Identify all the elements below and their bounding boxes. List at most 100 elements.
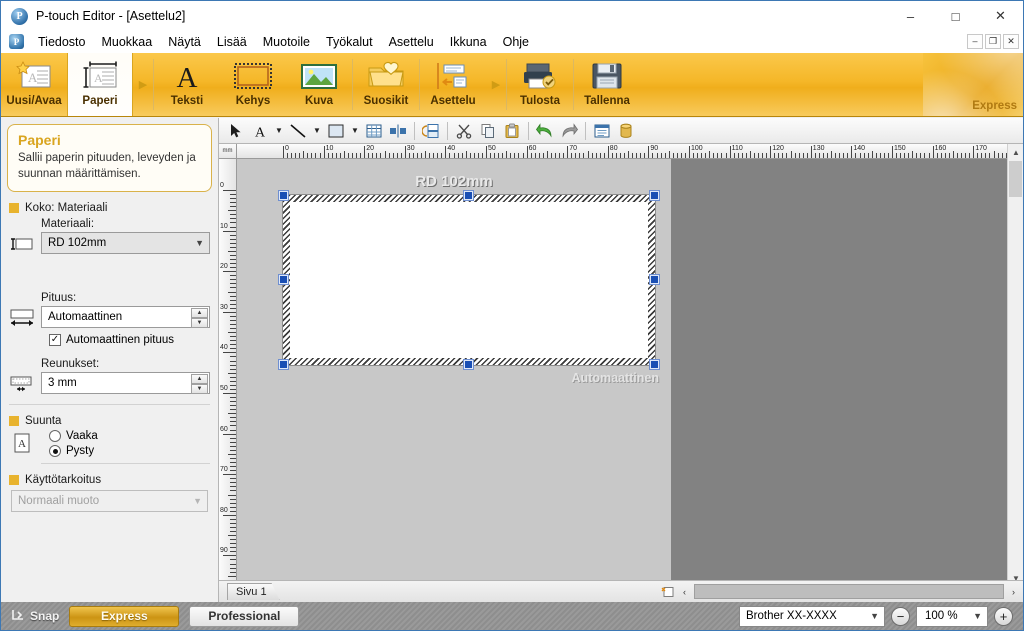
resize-handle-se[interactable] bbox=[650, 360, 659, 369]
mode-button-professional[interactable]: Professional bbox=[189, 605, 300, 627]
add-page-icon[interactable] bbox=[660, 584, 675, 599]
ribbon-button-paperi[interactable]: A Paperi bbox=[67, 53, 133, 116]
radio-vaaka[interactable] bbox=[49, 430, 61, 443]
status-bar-right: Brother XX-XXXX ▼ − 100 % ▼ + bbox=[739, 605, 1023, 627]
mdi-close-button[interactable]: ✕ bbox=[1003, 34, 1019, 49]
ribbon-overflow-arrow-1[interactable]: ▶ bbox=[133, 53, 153, 116]
mdi-restore-button[interactable]: ❐ bbox=[985, 34, 1001, 49]
length-spinner-up[interactable]: ▲ bbox=[191, 308, 208, 319]
orientation-option-vaaka[interactable]: Vaaka bbox=[49, 430, 218, 443]
ruler-tick bbox=[956, 153, 958, 158]
text-tool-icon[interactable]: A bbox=[249, 120, 271, 141]
zoom-select[interactable]: 100 % ▼ bbox=[916, 605, 988, 627]
cut-icon[interactable] bbox=[453, 120, 475, 141]
line-tool-icon[interactable] bbox=[287, 120, 309, 141]
page-tab-sivu-1[interactable]: Sivu 1 bbox=[227, 583, 280, 600]
maximize-button[interactable]: □ bbox=[933, 1, 978, 31]
resize-handle-nw[interactable] bbox=[279, 191, 288, 200]
select-arrow-icon[interactable] bbox=[225, 120, 247, 141]
menu-item-lisaa[interactable]: Lisää bbox=[209, 33, 255, 51]
zoom-in-icon[interactable]: + bbox=[994, 606, 1013, 626]
ruler-tick bbox=[230, 518, 236, 520]
ruler-tick bbox=[680, 153, 682, 158]
mdi-minimize-button[interactable]: – bbox=[967, 34, 983, 49]
undo-icon[interactable] bbox=[534, 120, 556, 141]
margins-spinner-down[interactable]: ▼ bbox=[191, 384, 208, 395]
align-tool-icon[interactable] bbox=[387, 120, 409, 141]
label-object[interactable] bbox=[279, 191, 659, 369]
auto-length-checkbox[interactable]: ✓ bbox=[49, 334, 61, 347]
label-canvas[interactable]: RD 102mm Automaattinen bbox=[237, 159, 1007, 586]
redo-icon[interactable] bbox=[558, 120, 580, 141]
length-input[interactable]: Automaattinen ▲ ▼ bbox=[41, 306, 210, 329]
radio-pysty[interactable] bbox=[49, 445, 61, 458]
menu-item-muotoile[interactable]: Muotoile bbox=[255, 33, 318, 51]
material-select[interactable]: RD 102mm ▼ bbox=[41, 232, 210, 255]
scroll-up-arrow-icon[interactable]: ▲ bbox=[1008, 144, 1023, 160]
margins-spinner-up[interactable]: ▲ bbox=[191, 374, 208, 385]
ribbon-button-uusi-avaa[interactable]: A Uusi/Avaa bbox=[1, 53, 67, 116]
resize-handle-w[interactable] bbox=[279, 275, 288, 284]
text-tool-chevron-down-icon[interactable]: ▼ bbox=[273, 120, 285, 141]
resize-handle-n[interactable] bbox=[464, 191, 473, 200]
ruler-tick bbox=[380, 153, 382, 158]
menu-item-ohje[interactable]: Ohje bbox=[495, 33, 537, 51]
ribbon-overflow-arrow-2[interactable]: ▶ bbox=[486, 53, 506, 116]
database-view-icon[interactable] bbox=[591, 120, 613, 141]
close-button[interactable]: ✕ bbox=[978, 1, 1023, 31]
resize-handle-s[interactable] bbox=[464, 360, 473, 369]
ribbon-button-kuva[interactable]: Kuva bbox=[286, 53, 352, 116]
purpose-select[interactable]: Normaali muoto ▼ bbox=[11, 490, 208, 513]
auto-length-checkbox-row[interactable]: ✓ Automaattinen pituus bbox=[49, 334, 218, 347]
resize-handle-sw[interactable] bbox=[279, 360, 288, 369]
minimize-button[interactable]: – bbox=[888, 1, 933, 31]
printer-select[interactable]: Brother XX-XXXX ▼ bbox=[739, 605, 885, 627]
ruler-tick bbox=[534, 153, 536, 158]
orientation-option-pysty[interactable]: Pysty bbox=[49, 445, 218, 458]
margins-spinner[interactable]: ▲ ▼ bbox=[191, 374, 208, 395]
ribbon-button-teksti[interactable]: A Teksti bbox=[154, 53, 220, 116]
ribbon-button-suosikit[interactable]: Suosikit bbox=[353, 53, 419, 116]
length-spinner[interactable]: ▲ ▼ bbox=[191, 308, 208, 329]
rectangle-tool-icon[interactable] bbox=[325, 120, 347, 141]
ribbon-button-asettelu[interactable]: Asettelu bbox=[420, 53, 486, 116]
ruler-tick bbox=[228, 332, 236, 334]
mode-button-express[interactable]: Express bbox=[69, 605, 180, 627]
database-icon[interactable] bbox=[615, 120, 637, 141]
menu-item-tiedosto[interactable]: Tiedosto bbox=[30, 33, 93, 51]
ribbon-button-tallenna[interactable]: Tallenna bbox=[574, 53, 640, 116]
paper-properties-panel: Paperi Sallii paperin pituuden, leveyden… bbox=[1, 118, 219, 602]
snap-mode-button[interactable]: Snap bbox=[11, 608, 59, 624]
copy-icon[interactable] bbox=[477, 120, 499, 141]
menu-item-muokkaa[interactable]: Muokkaa bbox=[93, 33, 160, 51]
vertical-scrollbar[interactable]: ▲ ▼ bbox=[1007, 144, 1023, 586]
line-tool-chevron-down-icon[interactable]: ▼ bbox=[311, 120, 323, 141]
menu-item-nayta[interactable]: Näytä bbox=[160, 33, 209, 51]
paste-icon[interactable] bbox=[501, 120, 523, 141]
menu-item-tyokalut[interactable]: Työkalut bbox=[318, 33, 381, 51]
rotate-tool-icon[interactable] bbox=[420, 120, 442, 141]
ruler-tick bbox=[741, 153, 743, 158]
length-label: Pituus: bbox=[41, 292, 77, 305]
page-strip-scrollbar[interactable] bbox=[694, 584, 1004, 599]
page-scroll-left-button[interactable]: ‹ bbox=[677, 584, 692, 599]
document-icon[interactable]: P bbox=[9, 34, 24, 49]
ruler-tick bbox=[392, 153, 394, 158]
resize-handle-e[interactable] bbox=[650, 275, 659, 284]
ruler-tick bbox=[575, 153, 577, 158]
ptouch-logo-icon: P bbox=[11, 7, 28, 25]
ruler-unit-label: mm bbox=[219, 144, 237, 159]
ribbon-button-tulosta[interactable]: Tulosta bbox=[507, 53, 573, 116]
ribbon-button-kehys[interactable]: Kehys bbox=[220, 53, 286, 116]
menu-item-ikkuna[interactable]: Ikkuna bbox=[442, 33, 495, 51]
label-print-area[interactable] bbox=[282, 194, 656, 366]
table-tool-icon[interactable] bbox=[363, 120, 385, 141]
resize-handle-ne[interactable] bbox=[650, 191, 659, 200]
length-spinner-down[interactable]: ▼ bbox=[191, 318, 208, 329]
page-scroll-right-button[interactable]: › bbox=[1006, 584, 1021, 599]
margins-input[interactable]: 3 mm ▲ ▼ bbox=[41, 372, 210, 395]
zoom-out-icon[interactable]: − bbox=[891, 606, 910, 626]
rectangle-tool-chevron-down-icon[interactable]: ▼ bbox=[349, 120, 361, 141]
vertical-scroll-thumb[interactable] bbox=[1009, 161, 1022, 197]
menu-item-asettelu[interactable]: Asettelu bbox=[381, 33, 442, 51]
